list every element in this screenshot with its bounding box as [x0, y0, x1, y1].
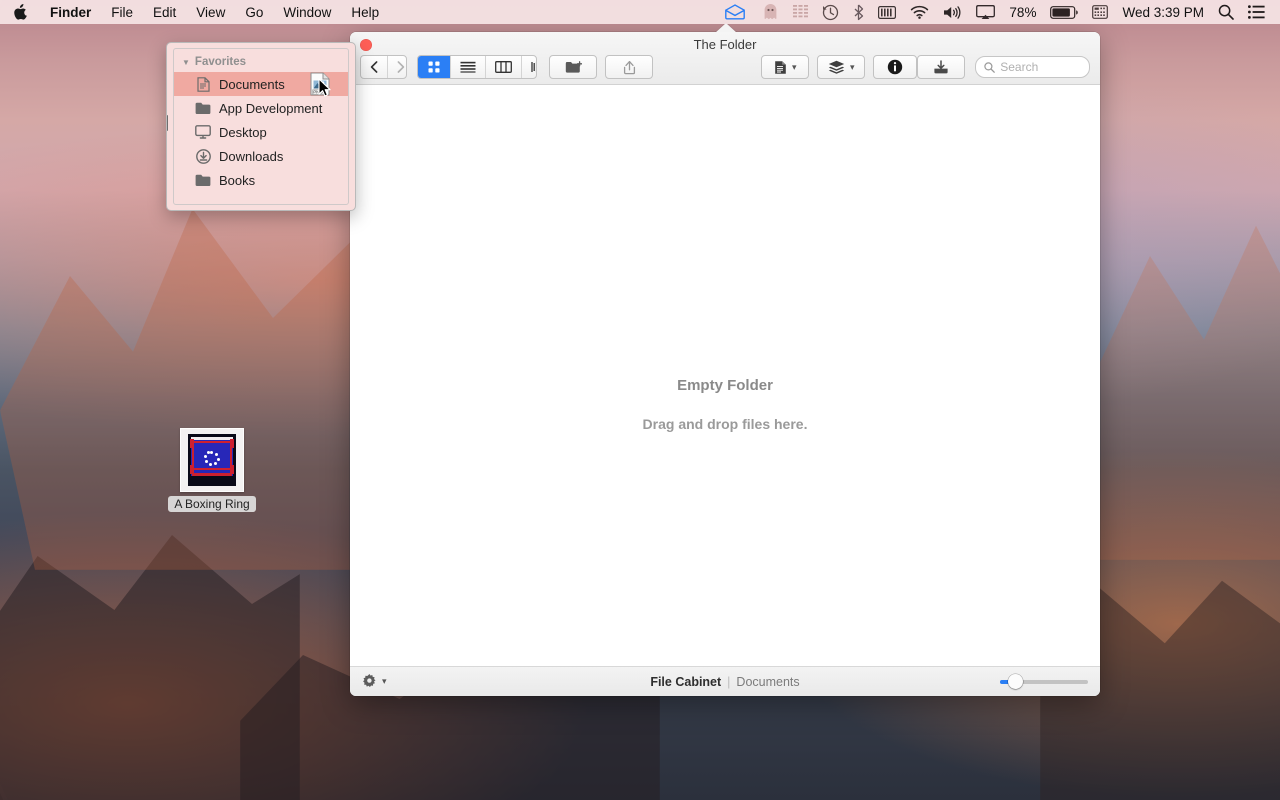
sidebar-section-header[interactable]: ▼ Favorites	[174, 52, 348, 72]
finder-titlebar: The Folder ▾ ▾ Search	[350, 32, 1100, 85]
sidebar-section-label: Favorites	[194, 56, 247, 68]
menu-help[interactable]: Help	[341, 0, 389, 24]
menu-bar: Finder File Edit View Go Window Help 78%…	[0, 0, 1280, 24]
forward-arrow-icon[interactable]	[388, 56, 406, 78]
current-folder-label: Documents	[736, 674, 800, 689]
share-button[interactable]	[605, 55, 654, 79]
sidebar-item-label: Books	[219, 172, 256, 188]
battery-cells-icon[interactable]	[871, 0, 903, 24]
navigation-buttons	[360, 55, 407, 79]
menu-window[interactable]: Window	[273, 0, 341, 24]
volume-icon[interactable]	[936, 0, 969, 24]
empty-folder-title: Empty Folder	[677, 377, 773, 394]
action-menu-button[interactable]: ▾	[761, 55, 810, 79]
chevron-down-icon: ▾	[791, 61, 797, 72]
sidebar-item-label: Documents	[219, 76, 285, 92]
battery-icon[interactable]	[1043, 0, 1085, 24]
favorites-sidebar-popover: ▼ Favorites Documents App Development De…	[166, 42, 356, 211]
info-button[interactable]	[873, 55, 918, 79]
document-icon	[194, 76, 212, 92]
menu-go[interactable]: Go	[235, 0, 273, 24]
mail-tray-icon[interactable]	[715, 0, 755, 24]
import-button[interactable]	[917, 55, 966, 79]
battery-percent-label: 78%	[1009, 4, 1037, 20]
view-mode-group	[416, 55, 538, 79]
download-circle-icon	[194, 148, 212, 164]
sidebar-item-label: App Development	[219, 100, 323, 116]
sidebar-item-books[interactable]: Books	[174, 168, 348, 192]
sidebar-resize-handle[interactable]	[167, 115, 168, 131]
apple-menu-icon[interactable]	[0, 0, 40, 24]
menu-bar-status-items: 78% Wed 3:39 PM	[715, 0, 1280, 24]
desktop-file-icon[interactable]: A Boxing Ring	[168, 428, 256, 512]
boxing-ring-image	[188, 434, 236, 486]
icon-view-button[interactable]	[417, 56, 451, 78]
chevron-down-icon: ▾	[849, 61, 855, 72]
clock-label[interactable]: Wed 3:39 PM	[1115, 0, 1211, 24]
menu-finder[interactable]: Finder	[40, 0, 101, 24]
window-title: The Folder	[693, 37, 757, 52]
wallpaper-rock	[1100, 225, 1280, 560]
chevron-down-icon: ▾	[382, 676, 387, 686]
time-machine-icon[interactable]	[815, 0, 846, 24]
column-view-button[interactable]	[486, 56, 522, 78]
keypad-icon[interactable]	[1085, 0, 1115, 24]
finder-content-area[interactable]: Empty Folder Drag and drop files here.	[350, 85, 1100, 666]
menu-file[interactable]: File	[101, 0, 143, 24]
gallery-view-button[interactable]	[522, 56, 537, 78]
bluetooth-icon[interactable]	[846, 0, 871, 24]
equalizer-sliders-icon[interactable]	[786, 0, 815, 24]
list-view-button[interactable]	[451, 56, 486, 78]
finder-toolbar: ▾ ▾ Search	[350, 52, 1100, 82]
folder-icon	[194, 102, 212, 115]
menu-view[interactable]: View	[186, 0, 235, 24]
arrange-menu-button[interactable]: ▾	[817, 55, 866, 79]
app-name-label: File Cabinet	[650, 674, 722, 689]
airplay-icon[interactable]	[969, 0, 1002, 24]
wallpaper-rock	[0, 535, 300, 800]
disclosure-triangle-icon[interactable]: ▼	[182, 58, 190, 67]
menu-edit[interactable]: Edit	[143, 0, 186, 24]
sidebar-item-label: Desktop	[219, 124, 267, 140]
statusbar-gear-menu[interactable]: ▾	[362, 674, 387, 689]
notification-center-icon[interactable]	[1241, 0, 1272, 24]
search-input[interactable]: Search	[975, 56, 1090, 78]
sidebar-item-downloads[interactable]: Downloads	[174, 144, 348, 168]
folder-icon	[194, 174, 212, 187]
desktop-file-label: A Boxing Ring	[168, 496, 256, 512]
sidebar-item-label: Downloads	[219, 148, 284, 164]
spotlight-search-icon[interactable]	[1211, 0, 1241, 24]
new-folder-button[interactable]	[549, 55, 598, 79]
arrow-cursor	[318, 78, 332, 103]
search-icon	[984, 61, 996, 73]
slider-knob[interactable]	[1008, 673, 1023, 689]
search-placeholder: Search	[1000, 60, 1039, 74]
empty-folder-subtitle: Drag and drop files here.	[642, 416, 808, 432]
menu-bar-app-menus: Finder File Edit View Go Window Help	[0, 0, 389, 24]
finder-window: The Folder ▾ ▾ Search Empty Folder Drag …	[350, 23, 1100, 696]
finder-statusbar: ▾ File Cabinet | Documents	[350, 666, 1100, 696]
wifi-icon[interactable]	[903, 0, 936, 24]
back-arrow-icon[interactable]	[361, 56, 388, 78]
sidebar-item-desktop[interactable]: Desktop	[174, 120, 348, 144]
file-thumbnail-frame	[180, 428, 244, 492]
path-separator: |	[727, 674, 731, 689]
close-button[interactable]	[360, 39, 372, 51]
icon-size-slider[interactable]	[1000, 673, 1088, 689]
ghost-icon[interactable]	[755, 0, 786, 24]
statusbar-path: File Cabinet | Documents	[350, 675, 1100, 689]
display-icon	[194, 125, 212, 139]
